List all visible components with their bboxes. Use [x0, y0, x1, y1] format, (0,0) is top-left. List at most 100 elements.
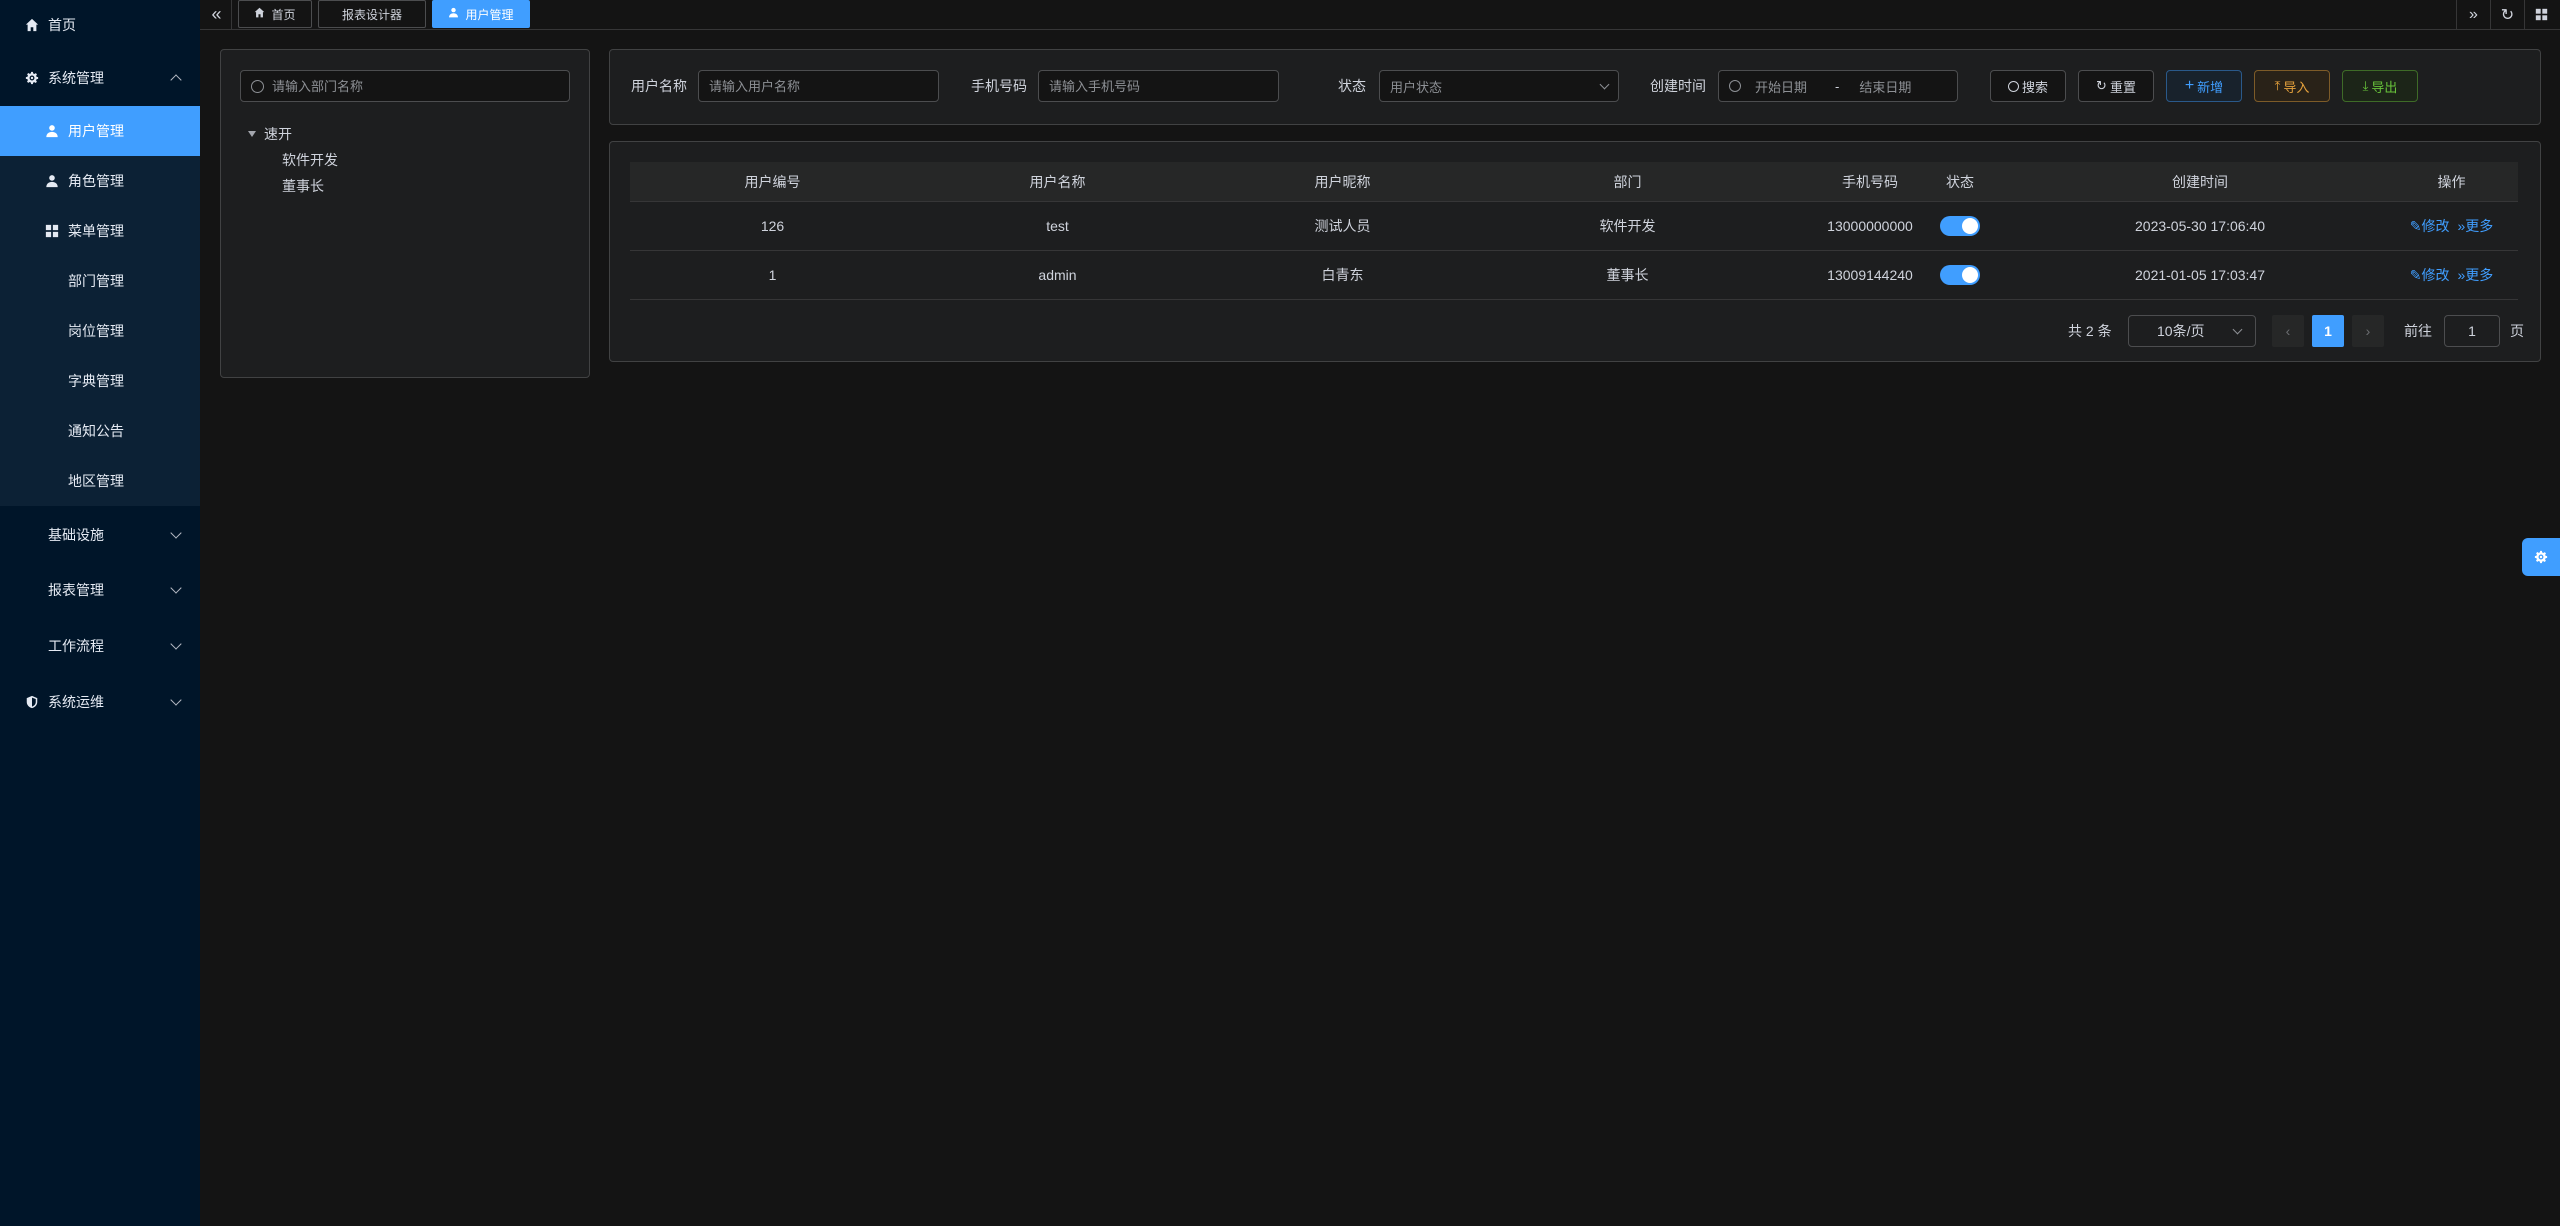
home-icon: [254, 7, 265, 21]
sidebar-item-region[interactable]: 地区管理: [0, 456, 200, 506]
tab-user-management[interactable]: 用户管理: [432, 0, 530, 28]
plus-icon: +: [2184, 77, 2195, 94]
sidebar-item-label: 工作流程: [48, 638, 104, 654]
chevron-down-icon: [1599, 79, 1610, 89]
goto-page: 前往 1 页: [2404, 315, 2524, 347]
import-button-label: 导入: [2283, 79, 2310, 95]
edit-icon: ✎: [2409, 267, 2422, 283]
sidebar-item-role[interactable]: 角色管理: [0, 156, 200, 206]
sidebar-item-label: 部门管理: [68, 273, 124, 289]
sidebar-item-infra[interactable]: 基础设施: [0, 510, 200, 560]
phone-field-wrapper[interactable]: [1038, 70, 1279, 102]
sidebar-item-workflow[interactable]: 工作流程: [0, 621, 200, 671]
scroll-tabs-right-icon[interactable]: »: [2456, 0, 2490, 29]
created-time-label: 创建时间: [1650, 78, 1706, 94]
sidebar-item-home[interactable]: 首页: [0, 0, 200, 50]
prev-page-button[interactable]: ‹: [2272, 315, 2304, 347]
tab-report-designer[interactable]: 报表设计器: [318, 0, 426, 28]
caret-down-icon: [248, 131, 256, 137]
more-link-label: 更多: [2465, 267, 2494, 283]
cell-actions: ✎修改 »更多: [2385, 202, 2518, 250]
username-label: 用户名称: [631, 78, 687, 94]
user-icon: [44, 173, 60, 189]
end-date-input[interactable]: 结束日期: [1859, 77, 1911, 96]
edit-link[interactable]: ✎修改: [2410, 265, 2450, 285]
cell-username: test: [1046, 218, 1069, 234]
sidebar-item-label: 通知公告: [68, 423, 124, 439]
tab-home[interactable]: 首页: [238, 0, 312, 28]
more-link[interactable]: »更多: [2457, 216, 2493, 236]
phone-label: 手机号码: [971, 78, 1027, 94]
search-icon: [251, 79, 264, 93]
dept-search-input[interactable]: [272, 78, 559, 94]
status-toggle[interactable]: [1940, 265, 1980, 285]
username-field[interactable]: [709, 78, 928, 94]
column-header: 用户名称: [1029, 174, 1086, 190]
tree-node-software[interactable]: 软件开发: [282, 148, 338, 172]
sidebar-item-label: 用户管理: [68, 123, 124, 139]
sidebar-item-label: 岗位管理: [68, 323, 124, 339]
tree-node-label: 董事长: [282, 178, 324, 194]
table-row: 1 admin 白青东 董事长 13009144240 2021-01-05 1…: [630, 251, 2518, 300]
next-page-button[interactable]: ›: [2352, 315, 2384, 347]
sidebar-item-menu[interactable]: 菜单管理: [0, 206, 200, 256]
column-header: 状态: [1946, 174, 1974, 190]
add-button[interactable]: + 新增: [2166, 70, 2242, 102]
sidebar-item-post[interactable]: 岗位管理: [0, 306, 200, 356]
grid-menu-icon[interactable]: [2524, 0, 2558, 29]
sidebar-item-report[interactable]: 报表管理: [0, 565, 200, 615]
date-range-picker[interactable]: 开始日期 - 结束日期: [1718, 70, 1958, 102]
table-header: 用户编号 用户名称 用户昵称 部门 手机号码 状态 创建时间 操作: [630, 162, 2518, 202]
sidebar-item-label: 基础设施: [48, 527, 104, 543]
tree-node-label: 速开: [264, 126, 292, 142]
start-date-input[interactable]: 开始日期: [1755, 77, 1825, 96]
reset-button-label: 重置: [2109, 79, 2136, 95]
export-button[interactable]: ⤓ 导出: [2342, 70, 2418, 102]
add-button-label: 新增: [2197, 79, 2224, 95]
status-select-placeholder: 用户状态: [1390, 79, 1443, 95]
chevron-down-icon: [2232, 324, 2243, 334]
sidebar-item-notice[interactable]: 通知公告: [0, 406, 200, 456]
status-select[interactable]: 用户状态: [1379, 70, 1619, 102]
sidebar-item-label: 首页: [48, 17, 76, 33]
upload-icon: ⤒: [2274, 78, 2281, 93]
dept-search-input-wrapper[interactable]: [240, 70, 570, 102]
sidebar-item-system[interactable]: 系统管理: [0, 53, 200, 103]
import-button[interactable]: ⤒ 导入: [2254, 70, 2330, 102]
shield-icon: [24, 694, 40, 710]
cell-created: 2023-05-30 17:06:40: [2135, 218, 2265, 234]
edit-link-label: 修改: [2421, 218, 2450, 234]
edit-link[interactable]: ✎修改: [2410, 216, 2450, 236]
goto-page-value: 1: [2468, 323, 2476, 339]
edit-link-label: 修改: [2421, 267, 2450, 283]
column-header: 用户昵称: [1314, 174, 1371, 190]
collapse-sidebar-icon[interactable]: «: [202, 0, 232, 29]
sidebar-item-dept[interactable]: 部门管理: [0, 256, 200, 306]
more-link[interactable]: »更多: [2457, 265, 2493, 285]
chevron-down-icon: [170, 694, 182, 706]
export-button-label: 导出: [2371, 79, 2398, 95]
page-size-select[interactable]: 10条/页: [2128, 315, 2256, 347]
settings-button[interactable]: [2522, 538, 2560, 576]
gear-icon: [24, 70, 40, 86]
tree-node-label: 软件开发: [282, 152, 338, 168]
reset-button[interactable]: ↻ 重置: [2078, 70, 2154, 102]
search-button[interactable]: 搜索: [1990, 70, 2066, 102]
username-field-wrapper[interactable]: [698, 70, 939, 102]
goto-page-input[interactable]: 1: [2444, 315, 2500, 347]
page-button[interactable]: 1: [2312, 315, 2344, 347]
tree-node-root[interactable]: 速开: [248, 122, 292, 146]
tree-node-chairman[interactable]: 董事长: [282, 174, 324, 198]
cell-created: 2021-01-05 17:03:47: [2135, 267, 2265, 283]
sidebar-item-user[interactable]: 用户管理: [0, 106, 200, 156]
sidebar-item-dict[interactable]: 字典管理: [0, 356, 200, 406]
refresh-icon[interactable]: ↻: [2490, 0, 2524, 29]
page-suffix-label: 页: [2510, 323, 2524, 339]
sidebar-item-ops[interactable]: 系统运维: [0, 677, 200, 727]
sidebar-item-label: 系统管理: [48, 70, 104, 86]
tab-label: 用户管理: [465, 7, 514, 22]
column-header: 部门: [1613, 174, 1642, 190]
status-toggle[interactable]: [1940, 216, 1980, 236]
phone-field[interactable]: [1049, 78, 1268, 94]
pagination-controls: ‹ 1 ›: [2272, 315, 2384, 347]
